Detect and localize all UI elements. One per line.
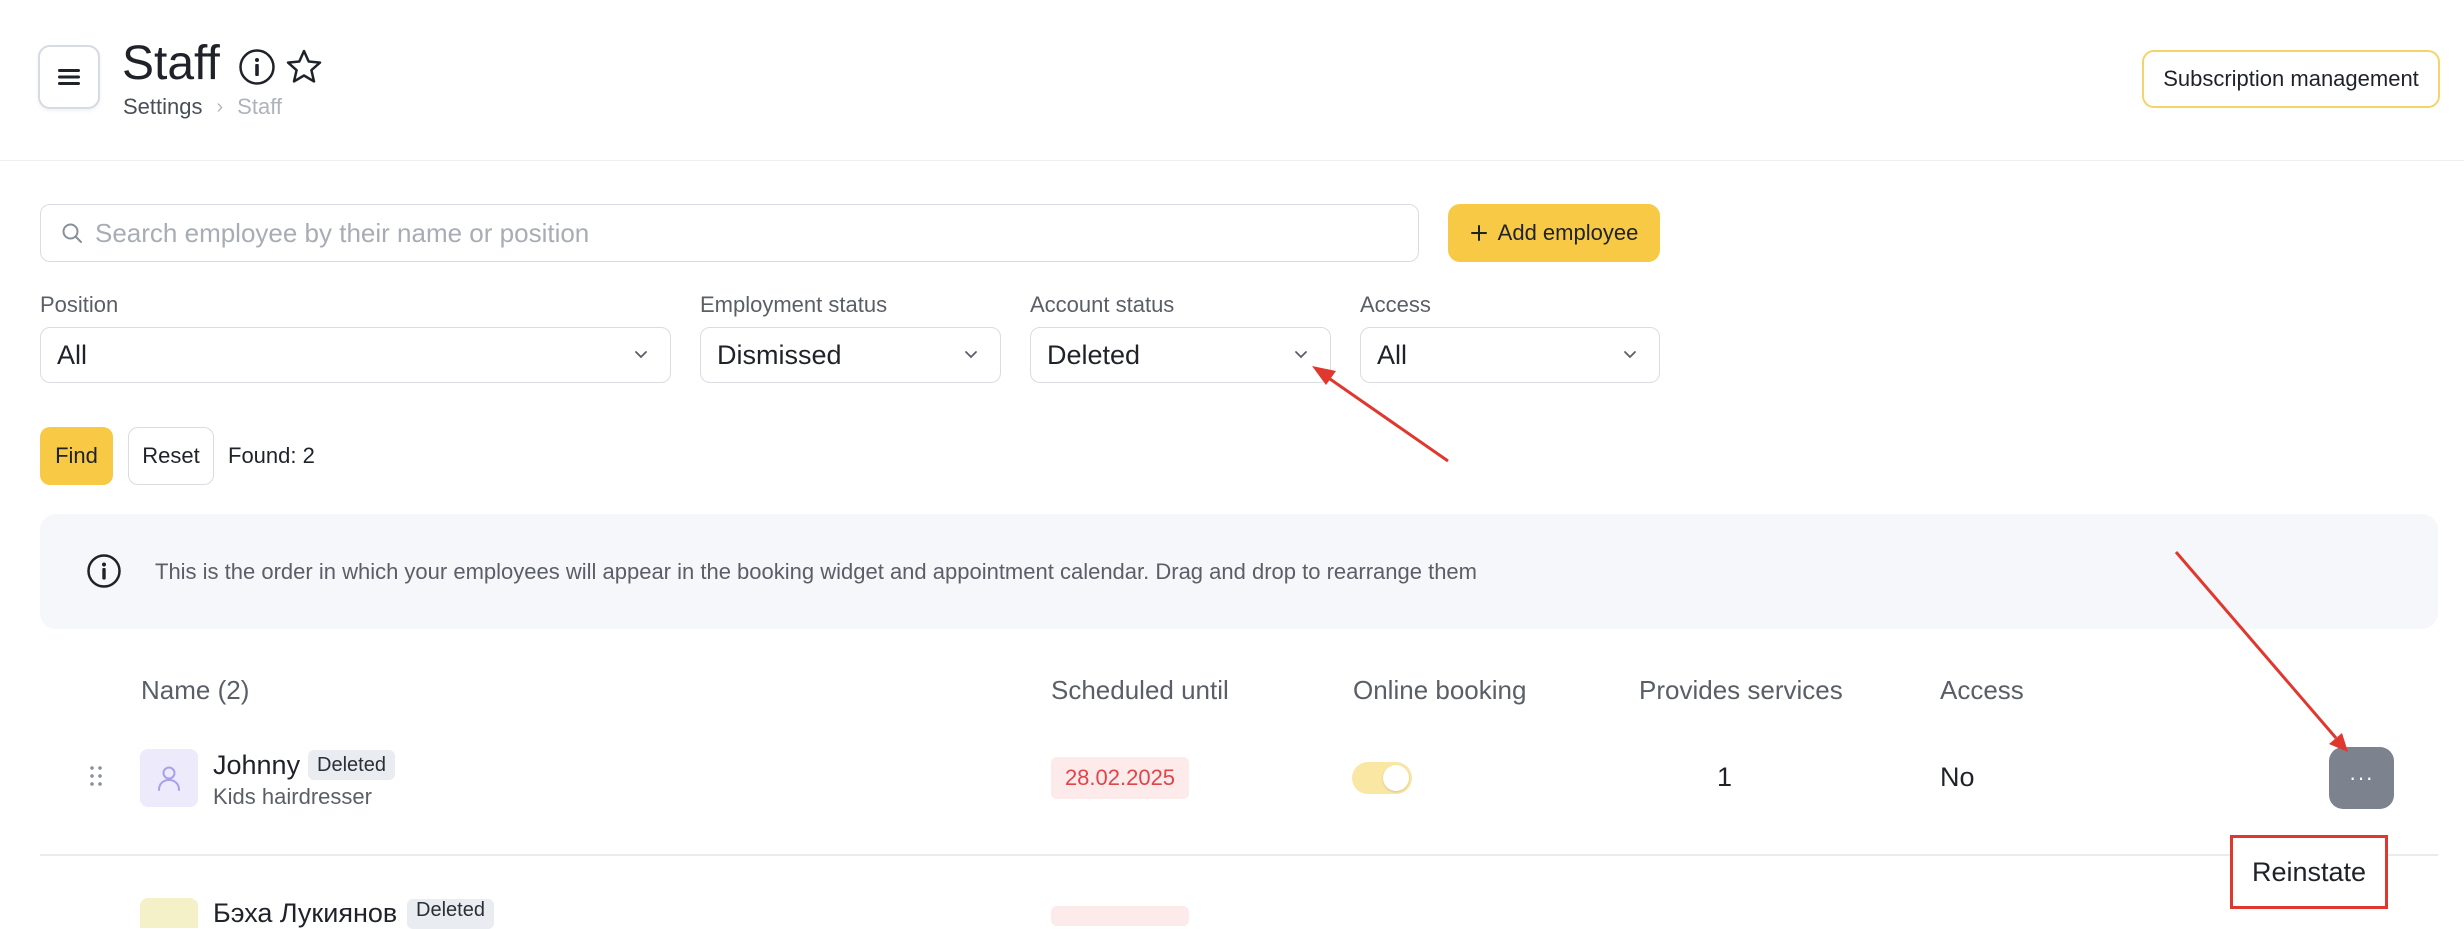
access-select-value: All [1377, 339, 1408, 370]
breadcrumb: Settings › Staff [123, 94, 282, 120]
breadcrumb-separator-icon: › [216, 95, 224, 118]
user-icon [158, 766, 180, 791]
chevron-down-icon [635, 351, 647, 359]
breadcrumb-staff: Staff [237, 94, 283, 119]
employee-position: Kids hairdresser [213, 784, 372, 809]
employee-name[interactable]: Johnny [213, 750, 300, 781]
provides-services-count: 1 [1717, 762, 1733, 792]
column-header-name[interactable]: Name (2) [141, 675, 249, 706]
scheduled-until-date [1051, 906, 1189, 926]
search-input[interactable] [95, 217, 1395, 249]
account-status-select[interactable]: Deleted [1030, 327, 1331, 383]
page-title: Staff [122, 37, 220, 90]
status-badge: Deleted [308, 750, 395, 780]
column-header-online-booking[interactable]: Online booking [1353, 675, 1526, 706]
search-field[interactable] [40, 204, 1419, 262]
status-badge: Deleted [407, 899, 494, 929]
search-icon [62, 223, 82, 243]
add-employee-label: Add employee [1497, 220, 1639, 245]
plus-icon [1470, 225, 1487, 241]
avatar[interactable] [140, 749, 198, 807]
info-icon[interactable] [238, 48, 276, 91]
reinstate-menu-item[interactable]: Reinstate [2230, 835, 2388, 909]
avatar[interactable] [140, 898, 198, 928]
menu-button[interactable] [38, 45, 100, 109]
chevron-down-icon [1295, 351, 1307, 359]
access-filter-label: Access [1360, 292, 1431, 317]
menu-icon [58, 69, 80, 85]
subscription-management-button[interactable]: Subscription management [2142, 50, 2440, 108]
scheduled-until-date: 28.02.2025 [1051, 757, 1189, 799]
position-select[interactable]: All [40, 327, 671, 383]
column-header-scheduled-until[interactable]: Scheduled until [1051, 675, 1229, 706]
access-value: No [1940, 762, 1975, 792]
position-filter-label: Position [40, 292, 119, 317]
column-header-access[interactable]: Access [1940, 675, 2024, 706]
access-select[interactable]: All [1360, 327, 1660, 383]
row-divider [40, 854, 2438, 856]
breadcrumb-settings[interactable]: Settings [123, 94, 203, 120]
account-status-select-value: Deleted [1047, 339, 1141, 370]
drag-handle-icon[interactable] [89, 765, 103, 792]
column-header-provides-services[interactable]: Provides services [1639, 675, 1843, 706]
star-icon[interactable] [285, 48, 323, 91]
row-actions-button[interactable]: ··· [2329, 747, 2394, 809]
position-select-value: All [57, 339, 88, 370]
info-icon [86, 553, 122, 594]
account-status-filter-label: Account status [1030, 292, 1175, 317]
employment-status-filter-label: Employment status [700, 292, 888, 317]
online-booking-toggle[interactable] [1352, 762, 1412, 794]
info-banner-text: This is the order in which your employee… [155, 559, 1477, 584]
add-employee-button[interactable]: Add employee [1448, 204, 1660, 262]
employment-status-select[interactable]: Dismissed [700, 327, 1001, 383]
page-header: Staff Settings › Staff Subscription mana… [0, 0, 2464, 161]
employment-status-select-value: Dismissed [717, 339, 842, 370]
toggle-knob [1383, 765, 1409, 791]
chevron-down-icon [1624, 351, 1636, 359]
find-button[interactable]: Find [40, 427, 113, 485]
found-count: Found: 2 [228, 443, 315, 468]
chevron-down-icon [965, 351, 977, 359]
reset-button[interactable]: Reset [128, 427, 214, 485]
